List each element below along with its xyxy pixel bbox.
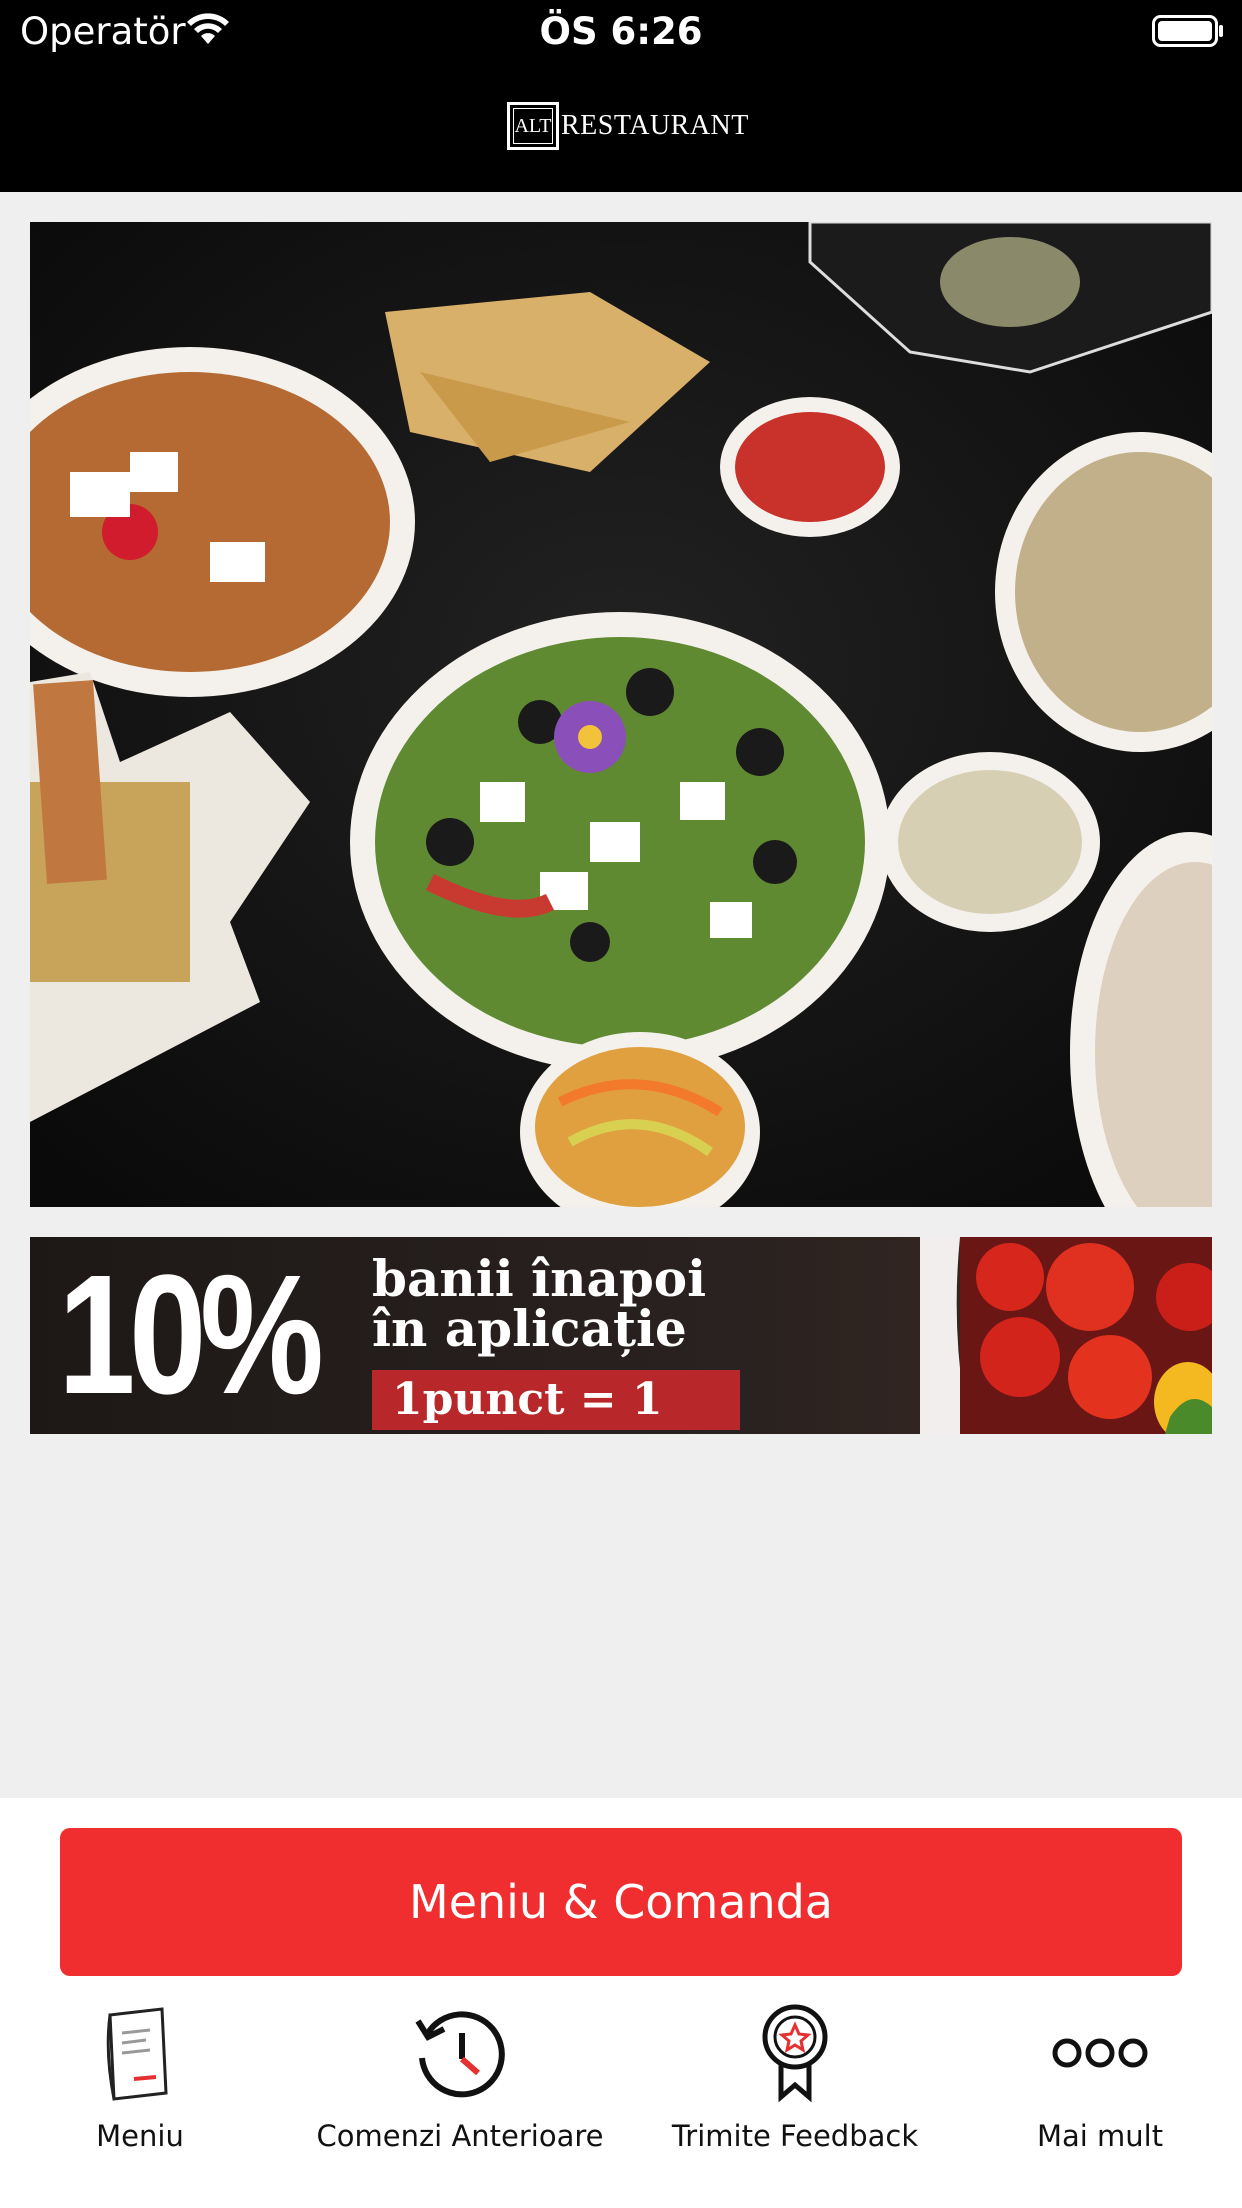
- more-dots-icon: [1052, 2038, 1148, 2068]
- app-header: ALT RESTAURANT: [0, 62, 1242, 192]
- menu-book-icon: [106, 2007, 168, 2101]
- cashback-promo-banner[interactable]: 10% banii înapoi în aplicație 1punct = 1…: [30, 1237, 1212, 1434]
- clock: ÖS 6:26: [539, 10, 703, 53]
- status-bar: Operatör ÖS 6:26: [0, 0, 1242, 62]
- tab-bar: Meniu Comenzi Anterioare Trimite Feedbac…: [0, 1998, 1242, 2198]
- tab-feedback-label: Trimite Feedback: [671, 2119, 919, 2153]
- tab-comenzi-label: Comenzi Anterioare: [316, 2119, 604, 2153]
- tab-mai-mult[interactable]: Mai mult: [1020, 1998, 1180, 2198]
- food-illustration: [30, 222, 1212, 1207]
- promo-percent: 10%: [58, 1240, 324, 1430]
- battery-icon: [1152, 15, 1223, 47]
- tab-meniu-label: Meniu: [96, 2119, 184, 2153]
- logo-text: RESTAURANT: [561, 110, 749, 141]
- award-ribbon-icon: [762, 2004, 828, 2103]
- tomatoes-image: [920, 1237, 1212, 1434]
- promo-points-tag: 1punct = 1 leu: [372, 1370, 740, 1430]
- tab-mai-mult-label: Mai mult: [1036, 2119, 1164, 2153]
- promo-line-2: în aplicație: [372, 1299, 687, 1358]
- tab-comenzi-anterioare[interactable]: Comenzi Anterioare: [310, 1998, 610, 2198]
- bottom-panel: Meniu & Comanda Meniu Comenzi Anterioare: [0, 1798, 1242, 2208]
- menu-order-button[interactable]: Meniu & Comanda: [60, 1828, 1182, 1976]
- logo-mark: ALT: [507, 102, 559, 150]
- tab-meniu[interactable]: Meniu: [60, 1998, 220, 2198]
- history-clock-icon: [415, 2011, 505, 2098]
- tab-trimite-feedback[interactable]: Trimite Feedback: [670, 1998, 920, 2198]
- restaurant-logo: ALT RESTAURANT: [507, 101, 749, 151]
- hero-food-image[interactable]: [30, 222, 1212, 1207]
